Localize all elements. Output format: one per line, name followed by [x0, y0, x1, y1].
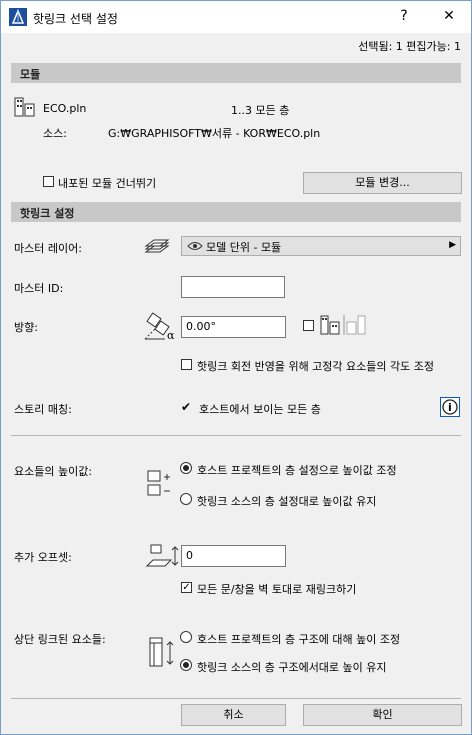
elevation-option-source-radio[interactable]	[180, 493, 192, 505]
story-matching-label: 스토리 매칭:	[14, 403, 72, 416]
relink-checkbox[interactable]: ✓	[181, 582, 192, 593]
top-linked-option-host-radio[interactable]	[180, 631, 192, 643]
dropdown-arrow-icon: ▶	[449, 240, 456, 250]
adjust-angle-checkbox[interactable]	[181, 359, 192, 370]
cancel-button[interactable]: 취소	[181, 704, 286, 726]
mirror-icon	[320, 315, 368, 335]
skip-nested-checkbox[interactable]	[43, 176, 54, 187]
source-path: G:₩GRAPHISOFT₩서류 - KOR₩ECO.pln	[108, 127, 321, 140]
footer-divider	[11, 698, 461, 699]
elevation-option-host-label: 호스트 프로젝트의 층 설정으로 높이값 조정	[197, 464, 397, 477]
master-layer-value: 모델 단위 - 모듈	[206, 241, 282, 254]
story-matching-value: 호스트에서 보이는 모든 층	[199, 403, 321, 416]
help-button[interactable]: ?	[394, 8, 414, 24]
orientation-label: 방향:	[14, 321, 38, 334]
info-icon: i	[448, 401, 452, 414]
top-linked-option-source-label: 핫링크 소스의 층 구조에서대로 높이 유지	[197, 661, 387, 674]
offset-label: 추가 오프셋:	[14, 551, 72, 564]
divider	[11, 435, 461, 436]
close-button[interactable]: ✕	[439, 8, 459, 24]
top-linked-icon	[144, 636, 178, 668]
top-linked-label: 상단 링크된 요소들:	[14, 633, 106, 646]
elevation-icon	[144, 469, 176, 499]
dialog-title: 핫링크 선택 설정	[33, 12, 118, 26]
module-file-name: ECO.pln	[43, 102, 87, 115]
title-bar: 핫링크 선택 설정 ? ✕	[1, 1, 471, 33]
adjust-angle-label: 핫링크 회전 반영을 위해 고정각 요소들의 각도 조정	[197, 360, 434, 373]
module-section-title: 모듈	[20, 68, 41, 81]
hotlink-settings-dialog: 핫링크 선택 설정 ? ✕ 선택됨: 1 편집가능: 1 모듈 ECO.pln …	[0, 0, 472, 735]
elevation-label: 요소들의 높이값:	[14, 465, 93, 478]
master-id-input[interactable]	[181, 276, 285, 298]
source-label: 소스:	[43, 127, 67, 140]
hotlink-section-title: 핫링크 설정	[20, 207, 75, 220]
change-module-button[interactable]: 모듈 변경...	[303, 172, 462, 194]
skip-nested-label: 내포된 모듈 건너뛰기	[58, 177, 157, 190]
info-button[interactable]: i	[440, 397, 460, 417]
top-linked-option-source-radio[interactable]	[180, 659, 192, 671]
rotation-angle-icon: α	[143, 311, 177, 342]
elevation-option-host-radio[interactable]	[180, 462, 192, 474]
module-story-info: 1..3 모든 층	[231, 104, 290, 117]
master-layer-label: 마스터 레이어:	[14, 242, 82, 255]
selection-status: 선택됨: 1 편집가능: 1	[358, 40, 461, 53]
ok-button[interactable]: 확인	[303, 704, 462, 726]
svg-text:α: α	[167, 329, 175, 341]
module-section-header[interactable]: 모듈	[11, 63, 461, 83]
mirror-checkbox[interactable]	[303, 320, 314, 331]
top-linked-option-host-label: 호스트 프로젝트의 층 구조에 대해 높이 조정	[197, 633, 401, 646]
offset-icon	[145, 544, 179, 568]
master-layer-select[interactable]: 모델 단위 - 모듈 ▶	[181, 236, 461, 256]
relink-label: 모든 문/창을 벽 토대로 재링크하기	[197, 583, 357, 596]
story-matching-check-icon: ✔	[181, 400, 192, 414]
hotlink-section-header[interactable]: 핫링크 설정	[11, 202, 461, 222]
module-file-icon	[14, 97, 36, 117]
archicad-app-icon	[9, 8, 27, 26]
orientation-input[interactable]: 0.00°	[181, 316, 286, 338]
layer-icon	[144, 236, 170, 254]
master-id-label: 마스터 ID:	[14, 282, 64, 295]
elevation-option-source-label: 핫링크 소스의 층 설정대로 높이값 유지	[197, 495, 377, 508]
offset-input[interactable]: 0	[181, 545, 286, 567]
eye-icon	[187, 240, 203, 255]
